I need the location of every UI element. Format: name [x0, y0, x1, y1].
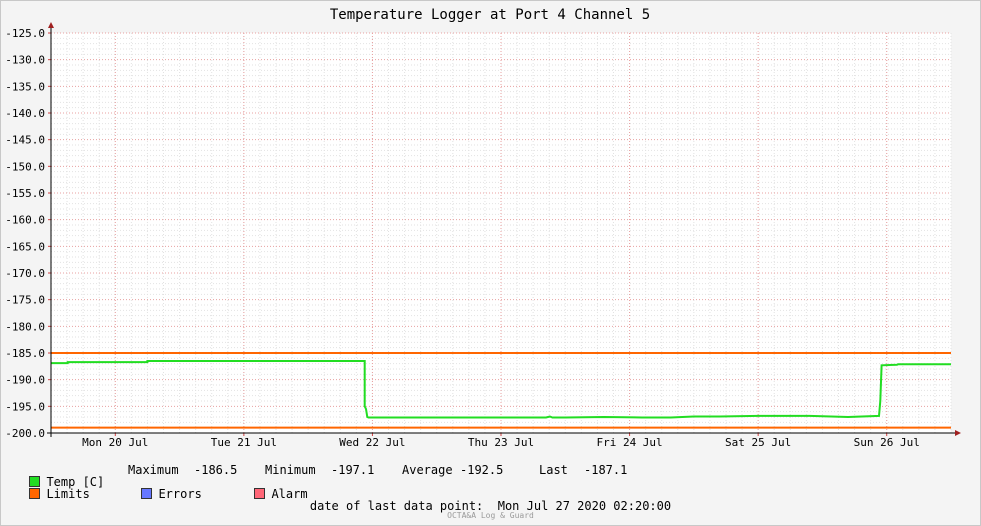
y-tick-label: -155.0 [5, 187, 45, 200]
legend-row-limits: Limits [15, 476, 90, 500]
temperature-chart: Temperature Logger at Port 4 Channel 5 -1… [5, 7, 961, 449]
y-tick-label: -150.0 [5, 160, 45, 173]
watermark-text: OCTA&A Log & Guard [447, 511, 534, 520]
errors-swatch-icon [141, 488, 153, 499]
y-tick-label: -185.0 [5, 347, 45, 360]
legend-maximum-label: Maximum [128, 463, 179, 477]
legend-row-alarm: Alarm [240, 476, 308, 500]
legend-last-label: Last [539, 463, 568, 477]
legend-minimum-label: Minimum [265, 463, 316, 477]
y-tick-label: -145.0 [5, 134, 45, 147]
legend-average-value: -192.5 [460, 463, 504, 477]
legend-minimum-value: -197.1 [331, 463, 375, 477]
x-axis-arrow-icon [955, 430, 961, 436]
y-tick-label: -170.0 [5, 267, 45, 280]
x-tick-label: Sun 26 Jul [854, 436, 920, 449]
legend-average-label: Average [402, 463, 453, 477]
y-tick-label: -135.0 [5, 80, 45, 93]
y-tick-label: -180.0 [5, 320, 45, 333]
x-tick-label: Mon 20 Jul [82, 436, 148, 449]
y-tick-label: -165.0 [5, 240, 45, 253]
x-tick-label: Tue 21 Jul [211, 436, 277, 449]
legend-last-value: -187.1 [584, 463, 628, 477]
x-tick-label: Wed 22 Jul [339, 436, 405, 449]
y-axis-arrow-icon [48, 22, 54, 28]
limits-swatch-icon [29, 488, 41, 499]
y-tick-label: -125.0 [5, 27, 45, 40]
y-tick-label: -130.0 [5, 54, 45, 67]
y-tick-label: -195.0 [5, 400, 45, 413]
y-tick-label: -190.0 [5, 374, 45, 387]
legend-maximum-value: -186.5 [194, 463, 238, 477]
y-tick-label: -160.0 [5, 214, 45, 227]
legend-row-errors: Errors [127, 476, 202, 500]
alarm-swatch-icon [254, 488, 266, 499]
chart-title: Temperature Logger at Port 4 Channel 5 [330, 7, 650, 23]
x-tick-label: Fri 24 Jul [596, 436, 662, 449]
y-tick-label: -140.0 [5, 107, 45, 120]
y-tick-label: -200.0 [5, 427, 45, 440]
x-tick-label: Sat 25 Jul [725, 436, 791, 449]
y-tick-label: -175.0 [5, 294, 45, 307]
x-tick-label: Thu 23 Jul [468, 436, 534, 449]
